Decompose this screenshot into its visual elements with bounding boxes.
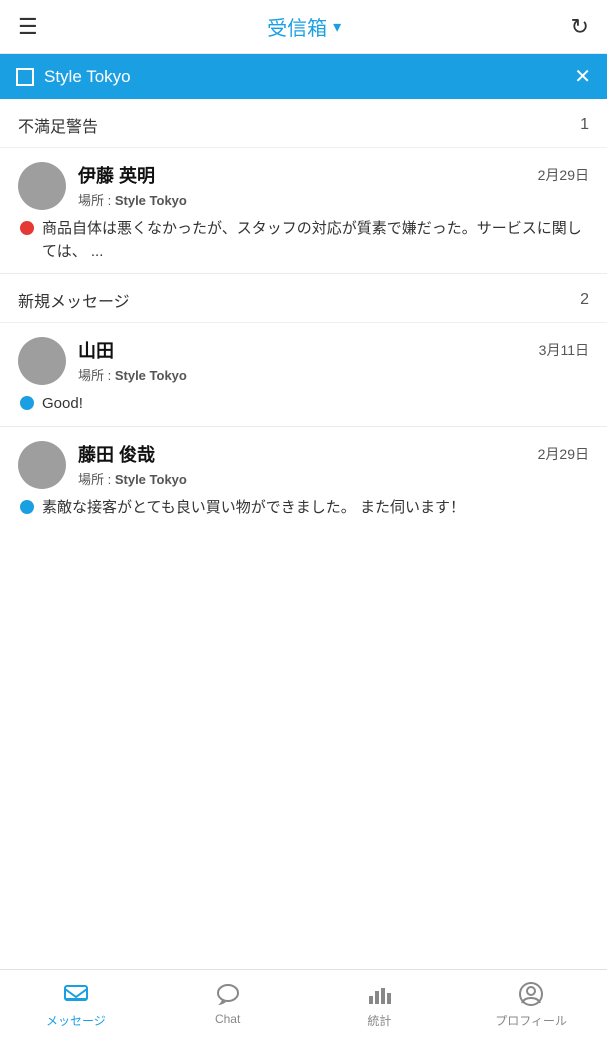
- avatar-fujita: [18, 441, 66, 489]
- avatar-ito: [18, 162, 66, 210]
- section-new-messages-count: 2: [580, 291, 589, 309]
- inbox-label: 受信箱: [267, 12, 327, 41]
- message-name-ito: 伊藤 英明: [78, 162, 155, 188]
- filter-checkbox[interactable]: [16, 68, 34, 86]
- dot-blue-fujita: [20, 500, 34, 514]
- message-card-fujita[interactable]: 藤田 俊哉 2月29日 場所 : Style Tokyo 素敵な接客がとても良い…: [0, 427, 607, 530]
- message-location-fujita: 場所 : Style Tokyo: [78, 469, 589, 488]
- message-card-ito[interactable]: 伊藤 英明 2月29日 場所 : Style Tokyo 商品自体は悪くなかった…: [0, 148, 607, 274]
- message-preview-yamada: Good!: [18, 393, 589, 416]
- message-preview-fujita: 素敵な接客がとても良い買い物ができました。 また伺います！: [18, 497, 589, 520]
- bottom-nav: メッセージ Chat 統計 プロフィール: [0, 969, 607, 1043]
- message-location-yamada: 場所 : Style Tokyo: [78, 365, 589, 384]
- dot-red-ito: [20, 221, 34, 235]
- nav-label-messages: メッセージ: [46, 1012, 106, 1029]
- message-date-ito: 2月29日: [538, 165, 589, 185]
- refresh-icon[interactable]: ↻: [571, 14, 589, 40]
- message-text-fujita: 素敵な接客がとても良い買い物ができました。 また伺います！: [42, 497, 465, 520]
- message-text-yamada: Good!: [42, 393, 83, 416]
- message-date-fujita: 2月29日: [538, 444, 589, 464]
- filter-bar: Style Tokyo ✕: [0, 54, 607, 99]
- section-dissatisfied-title: 不満足警告: [18, 113, 98, 137]
- dot-blue-yamada: [20, 396, 34, 410]
- message-card-yamada[interactable]: 山田 3月11日 場所 : Style Tokyo Good!: [0, 323, 607, 427]
- caret-icon: ▾: [333, 17, 341, 37]
- nav-item-messages[interactable]: メッセージ: [0, 970, 152, 1043]
- message-name-yamada: 山田: [78, 337, 114, 363]
- section-dissatisfied-header: 不満足警告 1: [0, 99, 607, 148]
- nav-label-profile: プロフィール: [495, 1012, 567, 1029]
- chat-icon: [214, 980, 242, 1008]
- nav-item-profile[interactable]: プロフィール: [455, 970, 607, 1043]
- section-new-messages-title: 新規メッセージ: [18, 288, 130, 312]
- filter-close-icon[interactable]: ✕: [574, 64, 591, 89]
- message-date-yamada: 3月11日: [539, 340, 589, 360]
- section-new-messages-header: 新規メッセージ 2: [0, 274, 607, 323]
- stats-icon: [365, 980, 393, 1008]
- nav-item-stats[interactable]: 統計: [304, 970, 456, 1043]
- menu-icon[interactable]: ☰: [18, 14, 38, 40]
- message-text-ito: 商品自体は悪くなかったが、スタッフの対応が質素で嫌だった。サービスに関しては、 …: [42, 218, 589, 263]
- profile-icon: [517, 980, 545, 1008]
- header-title[interactable]: 受信箱 ▾: [267, 12, 341, 41]
- header: ☰ 受信箱 ▾ ↻: [0, 0, 607, 54]
- nav-label-chat: Chat: [215, 1012, 240, 1026]
- message-location-ito: 場所 : Style Tokyo: [78, 190, 589, 209]
- filter-label: Style Tokyo: [44, 67, 564, 87]
- nav-item-chat[interactable]: Chat: [152, 970, 304, 1043]
- messages-icon: [62, 980, 90, 1008]
- message-preview-ito: 商品自体は悪くなかったが、スタッフの対応が質素で嫌だった。サービスに関しては、 …: [18, 218, 589, 263]
- message-name-fujita: 藤田 俊哉: [78, 441, 155, 467]
- nav-label-stats: 統計: [367, 1012, 391, 1029]
- avatar-yamada: [18, 337, 66, 385]
- section-dissatisfied-count: 1: [580, 116, 589, 134]
